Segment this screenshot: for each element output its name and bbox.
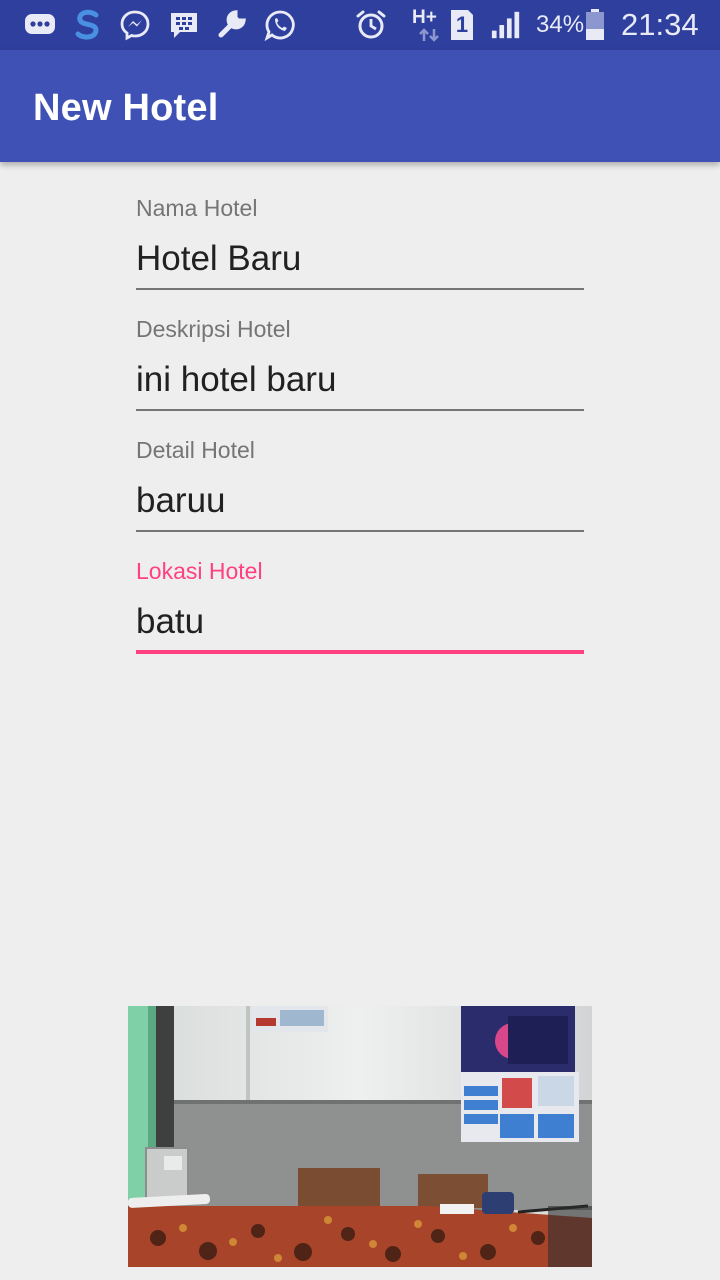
- chat-bubble-icon: [24, 9, 56, 41]
- deskripsi-hotel-field[interactable]: Deskripsi Hotel: [136, 316, 584, 426]
- status-bar: H+ 1 34% 21:34: [0, 0, 720, 50]
- clock: 21:34: [621, 7, 699, 42]
- deskripsi-hotel-label: Deskripsi Hotel: [136, 316, 291, 342]
- nama-hotel-input[interactable]: [136, 235, 584, 283]
- nama-hotel-underline: [136, 288, 584, 290]
- app-bar: New Hotel: [0, 50, 720, 162]
- lokasi-hotel-label: Lokasi Hotel: [136, 558, 263, 584]
- page-title: New Hotel: [33, 87, 219, 129]
- hotel-photo[interactable]: [128, 1006, 592, 1267]
- sim-one-icon: 1: [448, 9, 476, 41]
- messenger-icon: [119, 9, 151, 41]
- deskripsi-hotel-input[interactable]: [136, 356, 584, 404]
- sim-number-label: 1: [455, 12, 469, 37]
- lokasi-hotel-field[interactable]: Lokasi Hotel: [136, 558, 584, 668]
- data-arrows-icon: [414, 27, 446, 43]
- lokasi-hotel-underline: [136, 650, 584, 654]
- battery-percent: 34%: [536, 11, 585, 38]
- detail-hotel-label: Detail Hotel: [136, 437, 255, 463]
- s-app-icon: [72, 9, 104, 41]
- bbm-icon: [168, 9, 200, 41]
- detail-hotel-underline: [136, 530, 584, 532]
- detail-hotel-field[interactable]: Detail Hotel: [136, 437, 584, 547]
- deskripsi-hotel-underline: [136, 409, 584, 411]
- wrench-icon: [215, 9, 247, 41]
- battery-icon: [584, 9, 606, 41]
- nama-hotel-label: Nama Hotel: [136, 195, 258, 221]
- signal-icon: [490, 9, 522, 41]
- nama-hotel-field[interactable]: Nama Hotel: [136, 195, 584, 305]
- alarm-icon: [355, 9, 387, 41]
- detail-hotel-input[interactable]: [136, 477, 584, 525]
- whatsapp-icon: [264, 9, 296, 41]
- lokasi-hotel-input[interactable]: [136, 598, 584, 646]
